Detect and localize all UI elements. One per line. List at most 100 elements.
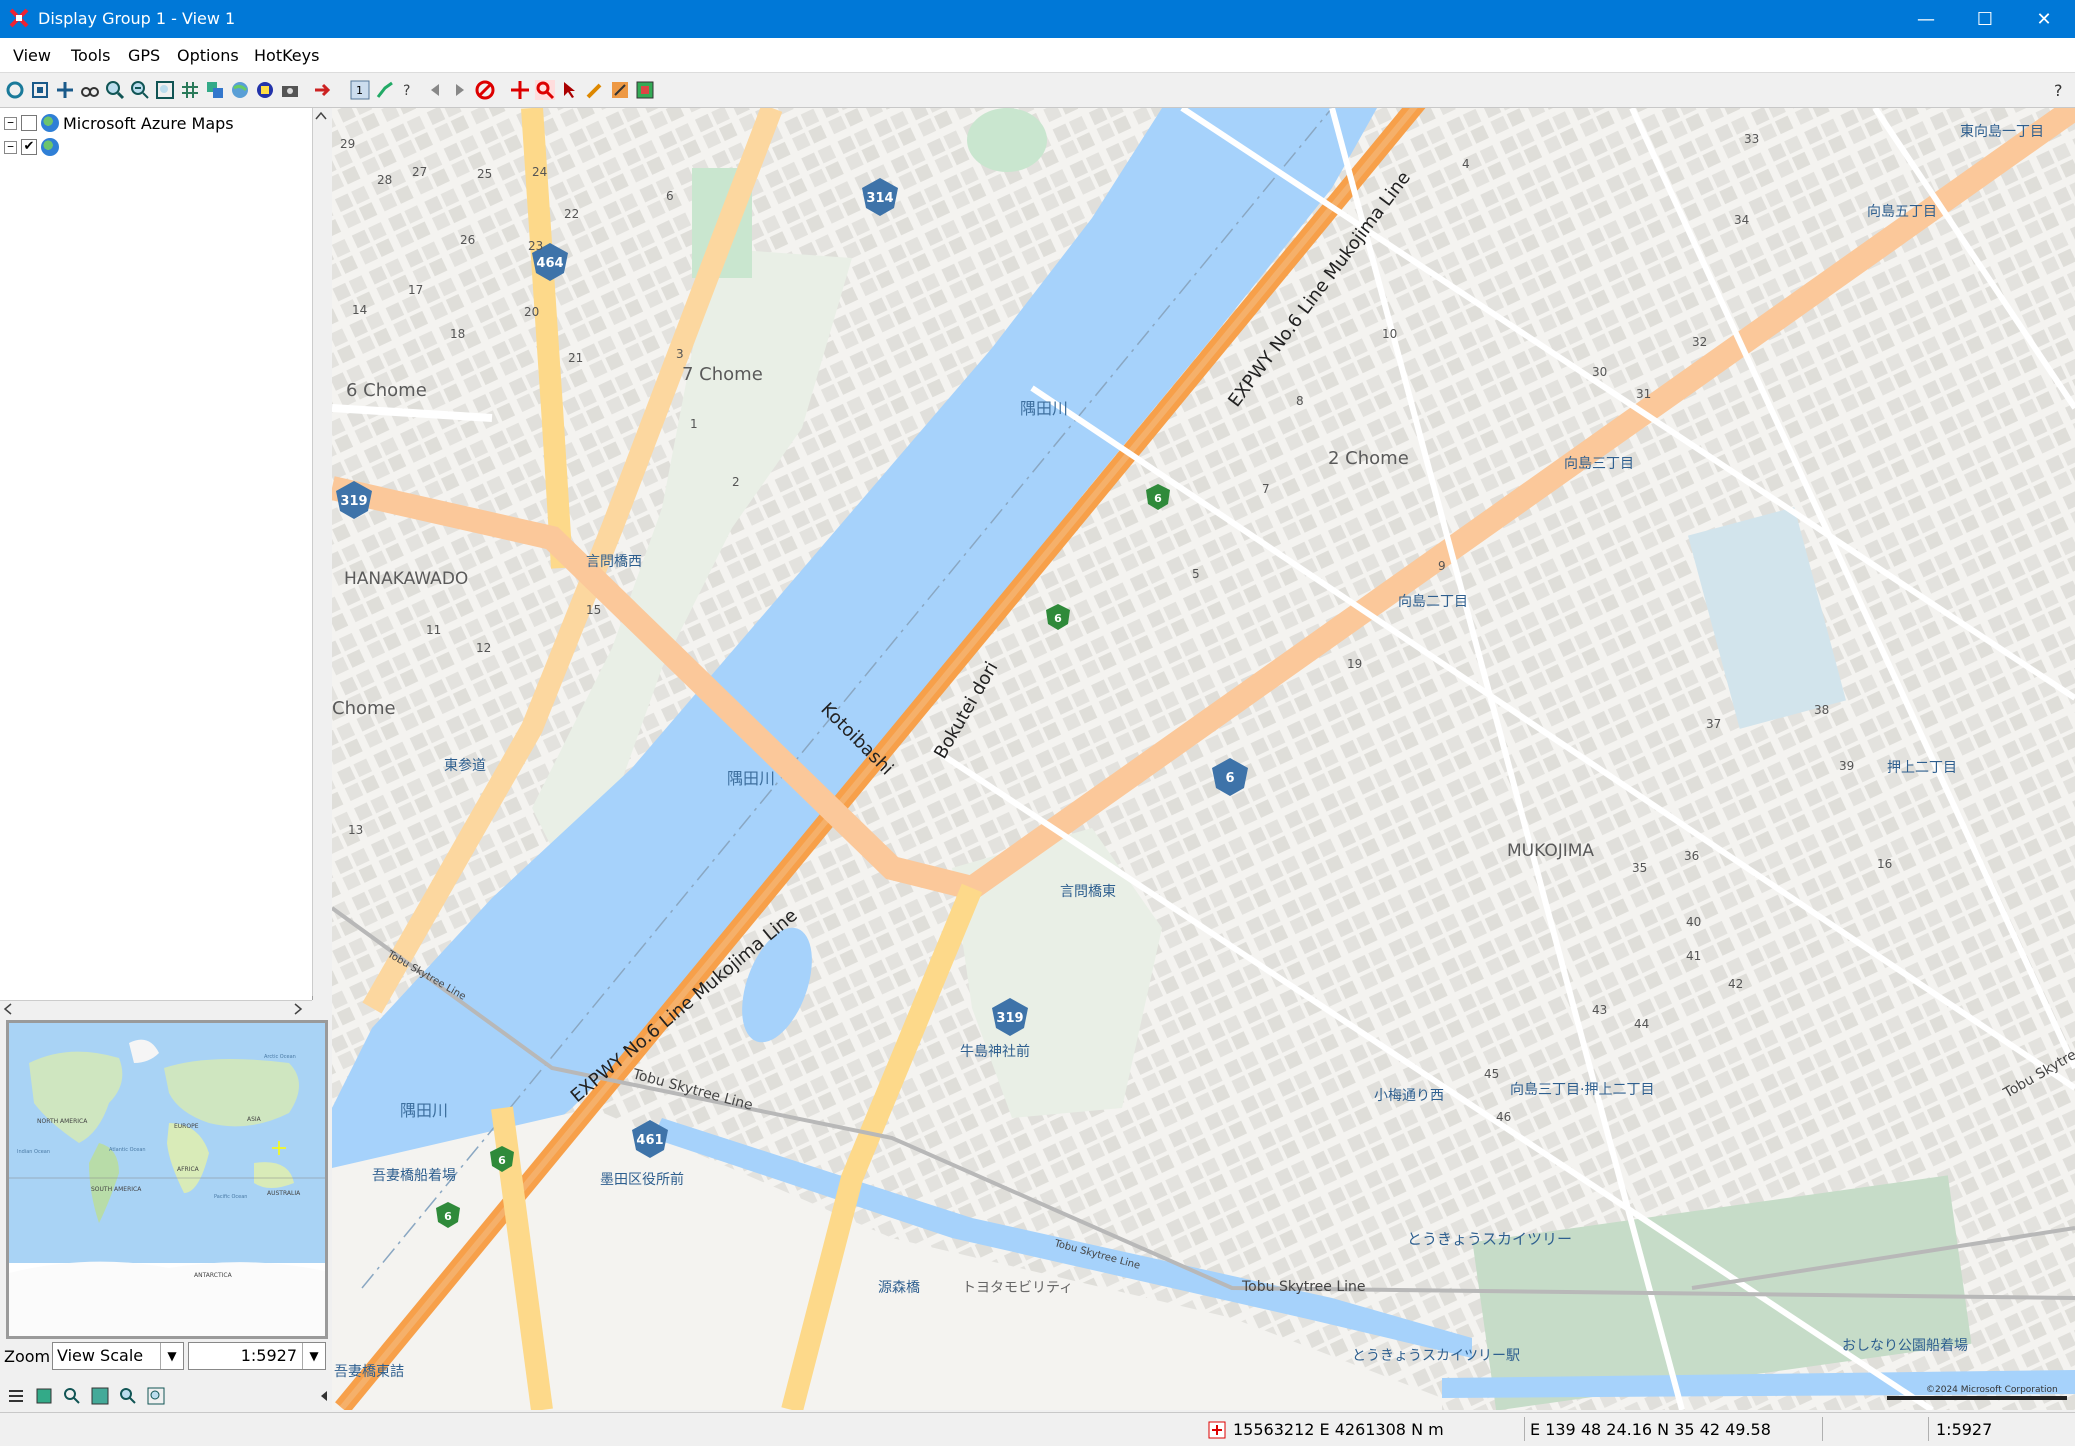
- label-africa: AFRICA: [177, 1166, 200, 1173]
- menu-gps[interactable]: GPS: [128, 46, 160, 65]
- layer-tree-horizontal-scrollbar[interactable]: [0, 1000, 312, 1017]
- overview-map[interactable]: NORTH AMERICA EUROPE ASIA AFRICA SOUTH A…: [6, 1020, 328, 1339]
- label-europe: EUROPE: [174, 1123, 199, 1130]
- grid-icon[interactable]: [180, 80, 200, 100]
- place-ushijima-jinja: 牛島神社前: [960, 1043, 1030, 1060]
- map-view-icon[interactable]: [90, 1386, 110, 1406]
- stop-icon[interactable]: [475, 80, 495, 100]
- zoom-out-icon[interactable]: [130, 80, 150, 100]
- binoculars-icon[interactable]: [80, 80, 100, 100]
- svg-text:21: 21: [568, 351, 583, 365]
- chevron-down-icon[interactable]: ▼: [160, 1343, 183, 1369]
- svg-text:6: 6: [498, 1154, 506, 1167]
- svg-text:33: 33: [1744, 132, 1759, 146]
- magnifier-red-icon[interactable]: [535, 80, 555, 100]
- street-map[interactable]: 6 Chome 7 Chome 2 Chome HANAKAWADO MUKOJ…: [332, 108, 2075, 1410]
- layer-checkbox[interactable]: [21, 115, 37, 131]
- edit-icon[interactable]: [610, 80, 630, 100]
- zoom-scale-select[interactable]: 1:5927 ▼: [188, 1342, 326, 1370]
- menu-options[interactable]: Options: [177, 46, 239, 65]
- svg-text:25: 25: [477, 167, 492, 181]
- pencil-icon[interactable]: [585, 80, 605, 100]
- route-icon[interactable]: [375, 80, 395, 100]
- collapse-icon[interactable]: −: [4, 140, 17, 154]
- zoom-mode-select[interactable]: View Scale ▼: [52, 1342, 184, 1370]
- menu-hotkeys[interactable]: HotKeys: [254, 46, 319, 65]
- move-icon[interactable]: [510, 80, 530, 100]
- place-azumabashi-pier: 吾妻橋船着場: [372, 1168, 456, 1184]
- layer-item-azure-maps[interactable]: − Microsoft Azure Maps: [4, 112, 234, 134]
- layer-item-2[interactable]: − ✔: [4, 136, 63, 158]
- scroll-up-icon[interactable]: [313, 108, 329, 124]
- help-cursor-icon[interactable]: ?: [400, 80, 420, 100]
- checkmark-icon[interactable]: ✔: [21, 139, 37, 155]
- menu-bar: View Tools GPS Options HotKeys: [0, 38, 2075, 73]
- layer-add-icon[interactable]: [34, 1386, 54, 1406]
- svg-text:16: 16: [1877, 857, 1892, 871]
- layer-tree: − Microsoft Azure Maps − ✔: [0, 108, 313, 1000]
- map-icon[interactable]: [255, 80, 275, 100]
- svg-text:43: 43: [1592, 1003, 1607, 1017]
- map-copyright: ©2024 Microsoft Corporation: [1926, 1385, 2058, 1395]
- chevron-down-icon[interactable]: ▼: [302, 1343, 325, 1369]
- back-icon[interactable]: [425, 80, 445, 100]
- label-north-america: NORTH AMERICA: [37, 1118, 88, 1125]
- minimize-button[interactable]: —: [1897, 0, 1955, 38]
- select-1-icon[interactable]: 1: [350, 80, 370, 100]
- world-map: NORTH AMERICA EUROPE ASIA AFRICA SOUTH A…: [9, 1023, 325, 1336]
- svg-text:22: 22: [564, 207, 579, 221]
- menu-tools[interactable]: Tools: [71, 46, 110, 65]
- map-view[interactable]: 6 Chome 7 Chome 2 Chome HANAKAWADO MUKOJ…: [332, 108, 2075, 1410]
- image-icon[interactable]: [635, 80, 655, 100]
- zoom-layer-icon[interactable]: [118, 1386, 138, 1406]
- scroll-left-icon[interactable]: [0, 1001, 16, 1017]
- collapse-panel-icon[interactable]: [318, 1386, 330, 1406]
- svg-text:461: 461: [636, 1133, 663, 1148]
- zoom-extent-icon[interactable]: [155, 80, 175, 100]
- forward-icon[interactable]: [450, 80, 470, 100]
- list-icon[interactable]: [6, 1386, 26, 1406]
- svg-text:28: 28: [377, 173, 392, 187]
- map-label-2-chome: 2 Chome: [1328, 448, 1409, 469]
- collapse-icon[interactable]: −: [4, 116, 17, 130]
- svg-text:12: 12: [476, 641, 491, 655]
- zoom-fit-icon[interactable]: [146, 1386, 166, 1406]
- svg-text:319: 319: [340, 494, 367, 509]
- close-button[interactable]: ✕: [2015, 0, 2073, 38]
- svg-text:?: ?: [403, 83, 410, 99]
- maximize-button[interactable]: ☐: [1956, 0, 2014, 38]
- map-label-sumida-river-2: 隅田川: [727, 769, 775, 788]
- camera-icon[interactable]: [280, 80, 300, 100]
- map-label-mukojima: MUKOJIMA: [1507, 841, 1594, 861]
- pointer-icon[interactable]: [560, 80, 580, 100]
- svg-text:2: 2: [732, 475, 740, 489]
- zoom-mode-value: View Scale: [57, 1346, 144, 1365]
- arrow-icon[interactable]: [313, 80, 333, 100]
- globe-icon[interactable]: [230, 80, 250, 100]
- label-australia: AUSTRALIA: [267, 1190, 301, 1197]
- place-toyota-mobility: トヨタモビリティ: [962, 1280, 1073, 1296]
- pan-icon[interactable]: [55, 80, 75, 100]
- svg-text:34: 34: [1734, 213, 1749, 227]
- scroll-right-icon[interactable]: [290, 1001, 306, 1017]
- refresh-icon[interactable]: [5, 80, 25, 100]
- svg-text:14: 14: [352, 303, 367, 317]
- map-label-6-chome: 6 Chome: [346, 380, 427, 401]
- svg-text:19: 19: [1347, 657, 1362, 671]
- place-higashi-sando: 東参道: [444, 757, 486, 774]
- svg-text:36: 36: [1684, 849, 1699, 863]
- zoom-in-icon[interactable]: [105, 80, 125, 100]
- layer-tree-vertical-scrollbar[interactable]: [312, 108, 329, 996]
- place-oshinari-pier: おしなり公園船着場: [1842, 1338, 1968, 1354]
- label-atlantic: Atlantic Ocean: [109, 1147, 146, 1153]
- svg-text:13: 13: [348, 823, 363, 837]
- menu-view[interactable]: View: [13, 46, 51, 65]
- svg-text:45: 45: [1484, 1067, 1499, 1081]
- place-mukojima-3: 向島三丁目: [1564, 456, 1634, 472]
- help-icon[interactable]: ?: [2050, 80, 2070, 100]
- layers-icon[interactable]: [205, 80, 225, 100]
- frame-icon[interactable]: [30, 80, 50, 100]
- search-icon[interactable]: [62, 1386, 82, 1406]
- label-asia: ASIA: [247, 1116, 262, 1123]
- svg-text:27: 27: [412, 165, 427, 179]
